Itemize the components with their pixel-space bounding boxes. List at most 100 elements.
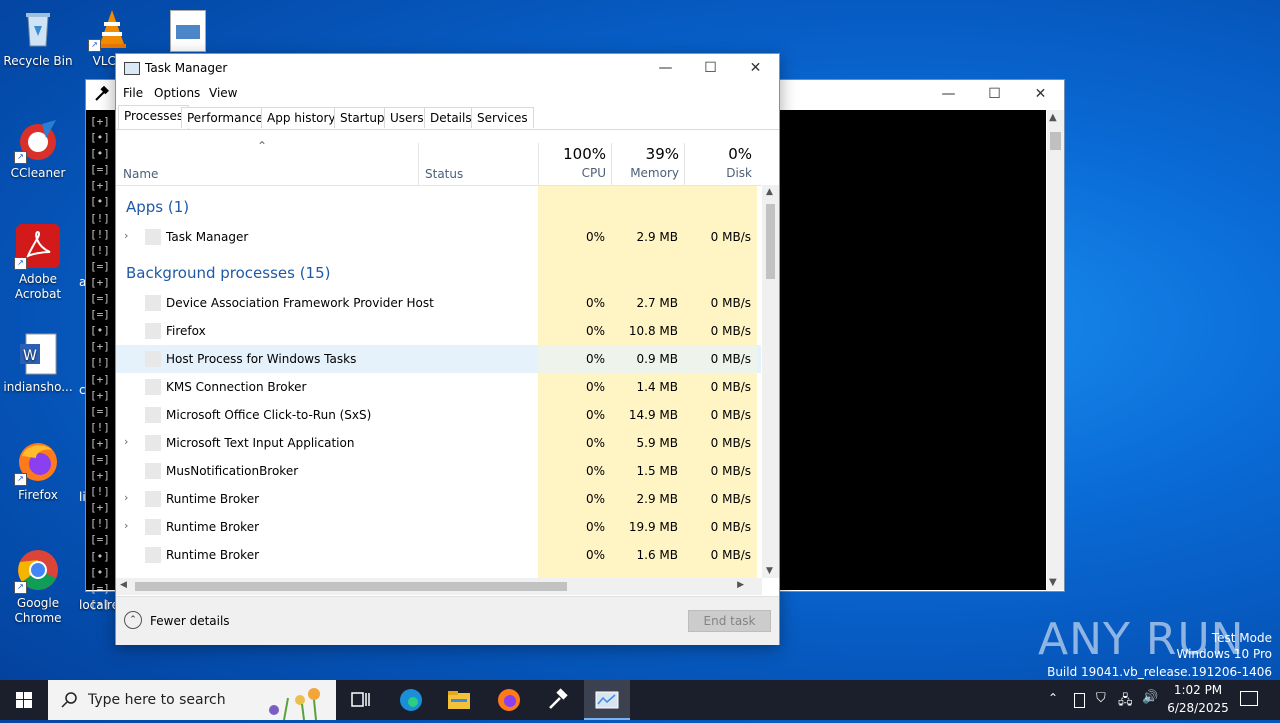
process-row[interactable]: › Task Manager 0% 2.9 MB 0 MB/s xyxy=(116,223,761,251)
shortcut-arrow-icon: ↗ xyxy=(14,151,27,164)
process-memory: 0.9 MB xyxy=(611,345,684,373)
end-task-button[interactable]: End task xyxy=(688,610,771,632)
process-row[interactable]: › Runtime Broker 0% 2.9 MB 0 MB/s xyxy=(116,485,761,513)
chevron-up-icon[interactable]: ⌃ xyxy=(124,611,142,629)
search-icon xyxy=(61,692,77,708)
menu-bar: File Options View xyxy=(116,82,779,104)
chevron-up-icon[interactable]: ⌃ xyxy=(1048,691,1058,705)
shortcut-arrow-icon: ↗ xyxy=(14,581,27,594)
desktop-icon-image-file[interactable] xyxy=(170,10,206,52)
disk-total: 0% xyxy=(728,145,752,163)
file-explorer-icon[interactable] xyxy=(447,688,471,712)
console-maximize-button[interactable]: ☐ xyxy=(972,80,1017,108)
tab-details[interactable]: Details xyxy=(424,107,478,128)
menu-options[interactable]: Options xyxy=(154,86,200,100)
network-icon[interactable]: 🖧 xyxy=(1118,691,1133,713)
expand-chevron-icon[interactable]: › xyxy=(124,229,128,242)
notification-icon[interactable] xyxy=(1240,691,1258,706)
minimize-button[interactable]: — xyxy=(643,54,688,82)
column-cpu[interactable]: 100% CPU xyxy=(538,143,612,185)
expand-chevron-icon[interactable]: › xyxy=(124,435,128,448)
clock-time[interactable]: 1:02 PM xyxy=(1172,683,1224,697)
tab-performance[interactable]: Performance xyxy=(181,107,270,128)
process-icon xyxy=(145,547,161,563)
maximize-button[interactable]: ☐ xyxy=(688,54,733,82)
process-row[interactable]: Host Process for Windows Tasks 0% 0.9 MB 0 … xyxy=(116,345,761,373)
process-disk: 0 MB/s xyxy=(710,520,751,534)
console-scrollbar[interactable]: ▲ ▼ xyxy=(1047,110,1064,590)
process-cpu: 0% xyxy=(585,520,605,534)
process-cpu: 0% xyxy=(585,296,605,310)
horizontal-scrollbar[interactable]: ◀ ▶ xyxy=(116,578,762,595)
vertical-scrollbar-thumb[interactable] xyxy=(766,204,775,279)
console-close-button[interactable]: ✕ xyxy=(1018,80,1063,108)
process-row[interactable]: Runtime Broker 0% 1.6 MB 0 MB/s xyxy=(116,541,761,569)
scroll-down-icon[interactable]: ▼ xyxy=(1049,577,1057,588)
vpn-icon[interactable]: ⛉ xyxy=(1096,691,1106,706)
column-disk[interactable]: 0% Disk xyxy=(684,143,758,185)
menu-file[interactable]: File xyxy=(123,86,143,100)
process-row[interactable]: KMS Connection Broker 0% 1.4 MB 0 MB/s xyxy=(116,373,761,401)
task-view-icon[interactable] xyxy=(348,688,372,712)
process-disk: 0 MB/s xyxy=(710,464,751,478)
process-memory: 2.9 MB xyxy=(636,492,678,506)
process-row[interactable]: Firefox 0% 10.8 MB 0 MB/s xyxy=(116,317,761,345)
desktop-icon-google-chrome[interactable]: ↗ Google Chrome xyxy=(0,548,76,626)
firefox-taskbar-icon[interactable] xyxy=(497,688,521,712)
console-scrollbar-thumb[interactable] xyxy=(1050,132,1061,150)
desktop-icon-adobe-acrobat[interactable]: ↗ Adobe Acrobat xyxy=(0,224,76,302)
close-button[interactable]: ✕ xyxy=(733,54,778,82)
process-name: MusNotificationBroker xyxy=(166,464,299,478)
process-row[interactable]: › Runtime Broker 0% 19.9 MB 0 MB/s xyxy=(116,513,761,541)
process-row[interactable]: Device Association Framework Provider Ho… xyxy=(116,289,761,317)
tablet-icon[interactable] xyxy=(1074,693,1085,708)
clock-date[interactable]: 6/28/2025 xyxy=(1166,701,1230,715)
process-row[interactable]: Microsoft Office Click-to-Run (SxS) 0% 14.… xyxy=(116,401,761,429)
expand-chevron-icon[interactable]: › xyxy=(124,519,128,532)
desktop-icon-firefox[interactable]: ↗ Firefox xyxy=(0,440,76,503)
build-label: Build 19041.vb_release.191206-1406 xyxy=(1047,665,1272,679)
desktop-icon-label: Adobe Acrobat xyxy=(14,272,62,301)
menu-view[interactable]: View xyxy=(209,86,237,100)
desktop-icon-recycle-bin[interactable]: Recycle Bin xyxy=(0,6,76,69)
tab-users[interactable]: Users xyxy=(384,107,430,128)
console-minimize-button[interactable]: — xyxy=(926,80,971,108)
task-manager-window[interactable]: Task Manager — ☐ ✕ File Options View Pro… xyxy=(115,53,780,645)
scroll-up-icon[interactable]: ▲ xyxy=(1049,112,1057,123)
process-row[interactable]: › Microsoft Text Input Application 0% 5.9 M… xyxy=(116,429,761,457)
task-manager-taskbar-button[interactable] xyxy=(584,680,630,720)
expand-chevron-icon[interactable]: › xyxy=(124,491,128,504)
tab-startup[interactable]: Startup xyxy=(334,107,391,128)
scroll-right-icon[interactable]: ▶ xyxy=(737,580,744,590)
tab-app-history[interactable]: App history xyxy=(261,107,342,128)
process-disk: 0 MB/s xyxy=(710,436,751,450)
tab-services[interactable]: Services xyxy=(471,107,534,128)
process-icon xyxy=(145,407,161,423)
column-status[interactable]: Status xyxy=(418,143,539,185)
process-disk: 0 MB/s xyxy=(710,492,751,506)
process-name: Runtime Broker xyxy=(166,492,260,506)
tab-processes[interactable]: Processes xyxy=(118,105,190,129)
volume-icon[interactable]: 🔊 xyxy=(1142,690,1158,705)
desktop-icon-ccleaner[interactable]: ↗ CCleaner xyxy=(0,118,76,181)
edge-icon[interactable] xyxy=(399,688,423,712)
process-row[interactable]: MusNotificationBroker 0% 1.5 MB 0 MB/s xyxy=(116,457,761,485)
process-icon xyxy=(145,295,161,311)
horizontal-scrollbar-thumb[interactable] xyxy=(135,582,567,591)
process-disk: 0 MB/s xyxy=(710,324,751,338)
chrome-icon: ↗ xyxy=(14,548,60,594)
process-cpu: 0% xyxy=(585,408,605,422)
start-button[interactable] xyxy=(0,680,48,720)
process-name: Runtime Broker xyxy=(166,520,260,534)
column-memory[interactable]: 39% Memory xyxy=(611,143,685,185)
vertical-scrollbar[interactable]: ▲ ▼ xyxy=(762,185,779,578)
fewer-details-link[interactable]: Fewer details xyxy=(150,614,230,628)
search-box[interactable]: Type here to search xyxy=(48,680,336,720)
scroll-down-icon[interactable]: ▼ xyxy=(766,566,773,576)
hammer-app-icon[interactable] xyxy=(545,688,569,712)
column-name[interactable]: Name xyxy=(123,167,158,181)
scroll-up-icon[interactable]: ▲ xyxy=(766,187,773,197)
title-bar[interactable]: Task Manager — ☐ ✕ xyxy=(116,54,779,82)
desktop-icon-word-doc[interactable]: W indiansho... xyxy=(0,332,76,395)
scroll-left-icon[interactable]: ◀ xyxy=(120,580,127,590)
